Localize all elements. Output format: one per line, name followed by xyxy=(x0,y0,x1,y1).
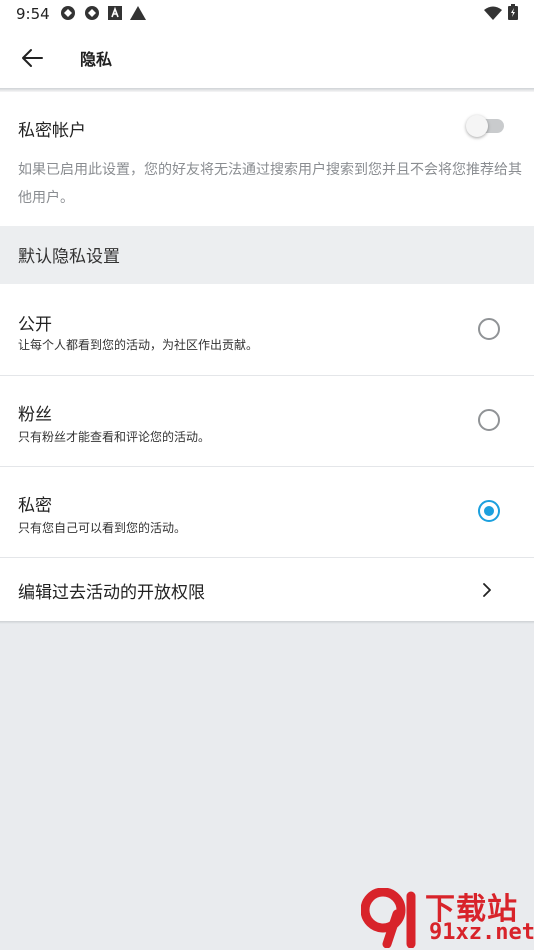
watermark-logo-icon xyxy=(361,888,416,948)
privacy-option-private[interactable]: 私密 只有您自己可以看到您的活动。 xyxy=(0,467,534,557)
wifi-icon xyxy=(484,5,502,24)
status-right xyxy=(484,4,518,24)
privacy-option-followers[interactable]: 粉丝 只有粉丝才能查看和评论您的活动。 xyxy=(0,376,534,466)
option-label: 公开 xyxy=(18,315,52,335)
radio-public[interactable] xyxy=(478,318,500,340)
status-time: 9:54 xyxy=(16,5,50,23)
private-account-toggle[interactable] xyxy=(466,115,504,137)
list-bottom-shadow xyxy=(0,621,534,624)
radio-private[interactable] xyxy=(478,500,500,522)
chevron-right-icon xyxy=(483,583,491,597)
option-label: 私密 xyxy=(18,496,52,516)
option-label: 粉丝 xyxy=(18,405,52,425)
watermark: 下载站 91xz.net xyxy=(359,882,534,950)
option-description: 让每个人都看到您的活动，为社区作出贡献。 xyxy=(18,338,259,352)
private-account-section: 私密帐户 如果已启用此设置，您的好友将无法通过搜索用户搜索到您并且不会将您推荐给… xyxy=(0,92,534,226)
page-title: 隐私 xyxy=(80,50,113,69)
default-privacy-header: 默认隐私设置 xyxy=(0,226,534,284)
status-bar: 9:54 xyxy=(0,0,534,28)
back-button[interactable] xyxy=(12,38,52,78)
app-bar: 隐私 xyxy=(0,28,534,88)
privacy-option-public[interactable]: 公开 让每个人都看到您的活动，为社区作出贡献。 xyxy=(0,284,534,375)
default-privacy-header-label: 默认隐私设置 xyxy=(18,247,120,267)
private-account-description: 如果已启用此设置，您的好友将无法通过搜索用户搜索到您并且不会将您推荐给其他用户。 xyxy=(18,162,522,206)
sync-icon-2 xyxy=(84,5,100,24)
font-icon xyxy=(107,5,122,23)
battery-icon xyxy=(508,4,518,24)
watermark-domain: 91xz.net xyxy=(429,920,534,945)
toggle-knob xyxy=(466,115,488,137)
sync-icon xyxy=(60,5,76,24)
edit-past-activity-row[interactable]: 编辑过去活动的开放权限 xyxy=(0,558,534,621)
private-account-label: 私密帐户 xyxy=(18,121,86,141)
radio-followers[interactable] xyxy=(478,409,500,431)
arrow-left-icon xyxy=(22,49,43,67)
option-description: 只有您自己可以看到您的活动。 xyxy=(18,521,187,535)
option-description: 只有粉丝才能查看和评论您的活动。 xyxy=(18,430,211,444)
edit-past-activity-label: 编辑过去活动的开放权限 xyxy=(18,583,205,603)
alert-triangle-icon xyxy=(129,5,146,23)
